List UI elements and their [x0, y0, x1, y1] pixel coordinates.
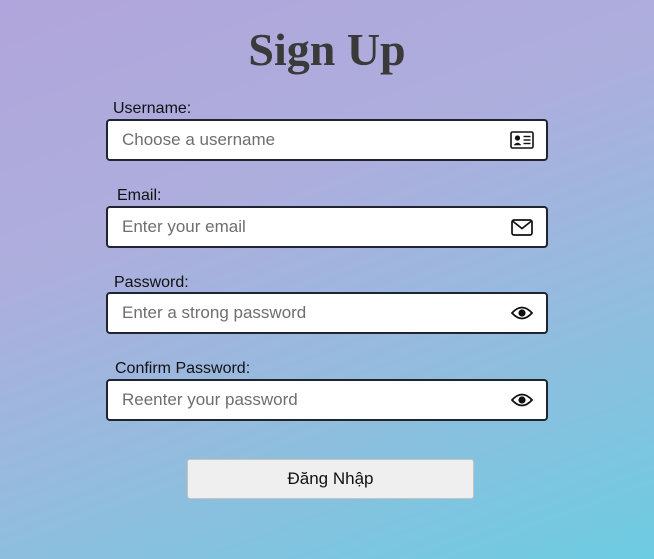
eye-icon[interactable] — [510, 303, 534, 323]
email-field[interactable] — [106, 206, 548, 248]
password-field[interactable] — [106, 292, 548, 334]
eye-icon[interactable] — [510, 390, 534, 410]
email-label: Email: — [117, 187, 162, 204]
username-input[interactable] — [108, 121, 498, 159]
confirm-password-input[interactable] — [108, 381, 498, 419]
username-label: Username: — [113, 100, 192, 117]
password-label: Password: — [114, 274, 189, 291]
page-title: Sign Up — [248, 24, 406, 75]
email-input[interactable] — [108, 208, 498, 246]
confirm-password-field[interactable] — [106, 379, 548, 421]
username-field[interactable] — [106, 119, 548, 161]
submit-button[interactable]: Đăng Nhập — [187, 459, 474, 499]
envelope-icon — [510, 217, 534, 237]
confirm-password-label: Confirm Password: — [115, 360, 251, 377]
id-card-icon — [510, 130, 534, 150]
password-input[interactable] — [108, 294, 498, 332]
